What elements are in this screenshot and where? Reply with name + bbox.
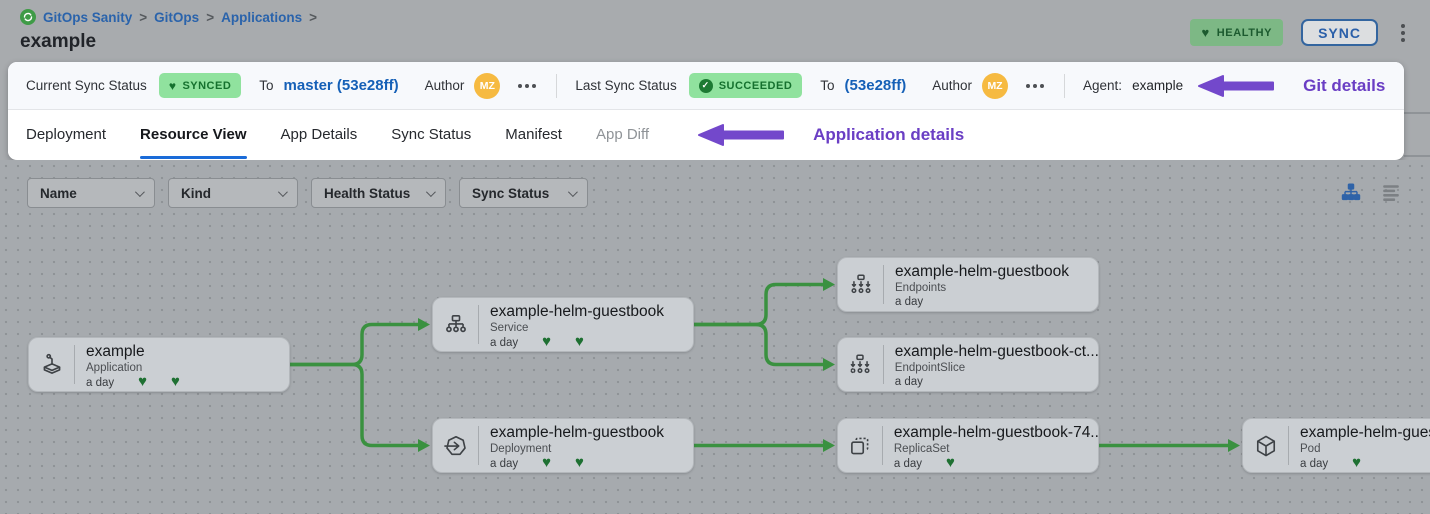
node-age: a day	[490, 337, 518, 349]
agent-label: Agent:	[1083, 78, 1122, 93]
node-title: example-helm-guest	[1300, 424, 1430, 442]
heart-icon: ♥	[1201, 26, 1209, 39]
breadcrumb-separator: >	[206, 10, 214, 25]
health-heart-icon: ♥	[542, 454, 551, 471]
service-icon	[433, 305, 479, 344]
breadcrumb-link-applications[interactable]: Applications	[221, 10, 302, 25]
health-status-label: HEALTHY	[1217, 27, 1272, 39]
health-heart-icon: ♥	[138, 373, 147, 390]
current-sync-status-label: Current Sync Status	[26, 78, 147, 93]
to-label: To	[820, 78, 834, 93]
node-age: a day	[86, 377, 114, 389]
deployment-icon	[433, 426, 479, 465]
app-window: GitOps Sanity > GitOps > Applications > …	[0, 0, 1430, 514]
node-kind: ReplicaSet	[894, 443, 1098, 455]
health-heart-icon: ♥	[1352, 454, 1361, 471]
node-kind: Endpoints	[895, 282, 1069, 294]
synced-badge: ♥ SYNCED	[159, 73, 241, 98]
more-actions-icon[interactable]	[1024, 80, 1046, 92]
gitops-logo-icon	[20, 9, 36, 25]
last-sync-status-label: Last Sync Status	[575, 78, 676, 93]
graph-node-replicaset[interactable]: example-helm-guestbook-74... ReplicaSet …	[837, 418, 1099, 473]
endpoints-icon	[838, 265, 884, 304]
node-age: a day	[1300, 458, 1328, 470]
node-title: example	[86, 343, 180, 361]
health-heart-icon: ♥	[575, 333, 584, 350]
divider	[556, 74, 557, 98]
graph-node-endpointslice[interactable]: example-helm-guestbook-ct... EndpointSli…	[837, 337, 1099, 392]
graph-node-application[interactable]: example Application a day ♥ ♥	[28, 337, 290, 392]
application-details-annotation: Application details	[813, 125, 964, 145]
replicaset-icon	[838, 426, 883, 465]
breadcrumb: GitOps Sanity > GitOps > Applications >	[20, 9, 317, 25]
git-details-annotation: Git details	[1303, 76, 1385, 96]
tab-deployment[interactable]: Deployment	[26, 110, 106, 159]
node-age: a day	[895, 296, 923, 308]
breadcrumb-link-gitops[interactable]: GitOps	[154, 10, 199, 25]
graph-node-endpoints[interactable]: example-helm-guestbook Endpoints a day	[837, 257, 1099, 312]
endpointslice-icon	[838, 345, 884, 384]
health-heart-icon: ♥	[542, 333, 551, 350]
node-title: example-helm-guestbook	[895, 263, 1069, 281]
node-title: example-helm-guestbook-ct...	[895, 343, 1098, 361]
node-kind: EndpointSlice	[895, 362, 1098, 374]
author-avatar: MZ	[982, 73, 1008, 99]
breadcrumb-separator: >	[309, 10, 317, 25]
tab-sync-status[interactable]: Sync Status	[391, 110, 471, 159]
to-label: To	[259, 78, 273, 93]
health-heart-icon: ♥	[575, 454, 584, 471]
annotation-arrow-left-icon	[697, 123, 785, 147]
graph-node-pod[interactable]: example-helm-guest Pod a day ♥	[1242, 418, 1430, 473]
page-header: GitOps Sanity > GitOps > Applications > …	[0, 0, 1430, 62]
divider	[1064, 74, 1065, 98]
node-age: a day	[894, 458, 922, 470]
sync-status-bar: Current Sync Status ♥ SYNCED To master (…	[8, 62, 1404, 110]
health-status-badge: ♥ HEALTHY	[1190, 19, 1283, 46]
author-avatar: MZ	[474, 73, 500, 99]
node-title: example-helm-guestbook-74...	[894, 424, 1098, 442]
tab-manifest[interactable]: Manifest	[505, 110, 562, 159]
node-age: a day	[490, 458, 518, 470]
page-title: example	[20, 31, 96, 53]
health-heart-icon: ♥	[946, 454, 955, 471]
more-actions-icon[interactable]	[516, 80, 538, 92]
check-circle-icon: ✓	[699, 79, 713, 93]
node-age: a day	[895, 376, 923, 388]
breadcrumb-separator: >	[139, 10, 147, 25]
node-title: example-helm-guestbook	[490, 303, 664, 321]
graph-node-deployment[interactable]: example-helm-guestbook Deployment a day♥…	[432, 418, 694, 473]
tab-bar: Deployment Resource View App Details Syn…	[8, 110, 1404, 159]
kebab-menu-icon[interactable]	[1396, 21, 1410, 45]
last-revision-link[interactable]: (53e28ff)	[845, 77, 907, 94]
breadcrumb-link-gitops-sanity[interactable]: GitOps Sanity	[43, 10, 132, 25]
tab-app-details[interactable]: App Details	[281, 110, 358, 159]
health-heart-icon: ♥	[171, 373, 180, 390]
node-kind: Application	[86, 362, 180, 374]
application-icon	[29, 345, 75, 384]
node-title: example-helm-guestbook	[490, 424, 664, 442]
pod-icon	[1243, 426, 1289, 465]
annotation-arrow-left-icon	[1197, 74, 1275, 98]
sync-button[interactable]: SYNC	[1301, 19, 1378, 46]
current-revision-link[interactable]: master (53e28ff)	[284, 77, 399, 94]
succeeded-badge: ✓ SUCCEEDED	[689, 73, 803, 98]
dimmed-divider	[1404, 155, 1430, 157]
node-kind: Pod	[1300, 443, 1430, 455]
heart-icon: ♥	[169, 80, 177, 92]
agent-value: example	[1132, 78, 1183, 93]
dimmed-divider	[1404, 112, 1430, 114]
highlighted-panel: Current Sync Status ♥ SYNCED To master (…	[8, 62, 1404, 160]
resource-graph-canvas: Name Kind Health Status Sync Status	[0, 160, 1430, 514]
tab-app-diff[interactable]: App Diff	[596, 110, 649, 159]
author-label: Author	[932, 78, 972, 93]
tab-resource-view[interactable]: Resource View	[140, 110, 246, 159]
graph-node-service[interactable]: example-helm-guestbook Service a day♥♥	[432, 297, 694, 352]
author-label: Author	[425, 78, 465, 93]
